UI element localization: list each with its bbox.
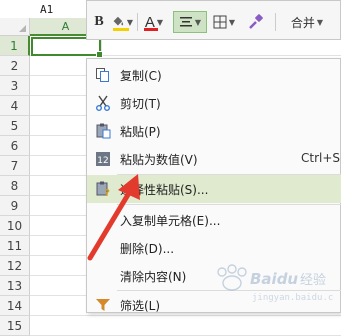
chevron-down-icon: ▼ (228, 17, 236, 27)
font-color-swatch (144, 28, 158, 31)
row-header-6[interactable]: 6 (0, 136, 30, 156)
svg-text:Baidu: Baidu (250, 270, 298, 288)
fill-color-button[interactable]: ▼ (111, 11, 133, 33)
paste-icon (96, 123, 111, 139)
name-box-value: A1 (40, 3, 54, 16)
format-painter-icon (249, 14, 263, 29)
baidu-watermark-logo: Baidu 经验 jingyan.baidu.com (217, 264, 334, 303)
chevron-down-icon: ▼ (194, 17, 202, 27)
row-header-2[interactable]: 2 (0, 56, 30, 76)
row-header-1[interactable]: 1 (0, 36, 30, 56)
chevron-down-icon: ▼ (156, 17, 164, 27)
row-header-3[interactable]: 3 (0, 76, 30, 96)
fill-color-swatch (113, 28, 129, 31)
select-all-corner[interactable] (0, 18, 30, 36)
row-header-12[interactable]: 12 (0, 256, 30, 276)
row-header-7[interactable]: 7 (0, 156, 30, 176)
row-header-10[interactable]: 10 (0, 216, 30, 236)
border-grid-icon (213, 15, 227, 29)
chevron-down-icon: ▼ (126, 17, 133, 27)
menu-item-paste[interactable]: 粘贴(P) (87, 117, 341, 145)
row-header-14[interactable]: 14 (0, 296, 30, 316)
row-header-9[interactable]: 9 (0, 196, 30, 216)
row-header-4[interactable]: 4 (0, 96, 30, 116)
menu-item-copy[interactable]: 复制(C) (87, 61, 341, 89)
chevron-down-icon: ▼ (316, 17, 324, 27)
bold-button[interactable]: B (91, 11, 107, 33)
align-center-icon (179, 17, 192, 27)
copy-icon (96, 68, 109, 82)
filter-icon (96, 299, 110, 311)
red-pointer-arrow (87, 174, 140, 261)
row-header-5[interactable]: 5 (0, 116, 30, 136)
row-header-8[interactable]: 8 (0, 176, 30, 196)
align-center-button[interactable]: ▼ (173, 11, 207, 33)
mini-toolbar: B ▼ A ▼ ▼ ▼ 合并 ▼ (86, 0, 341, 40)
name-box[interactable]: A1 (0, 0, 90, 18)
svg-text:经验: 经验 (300, 272, 326, 288)
menu-item-cut[interactable]: 剪切(T) (87, 89, 341, 117)
row-header-13[interactable]: 13 (0, 276, 30, 296)
row-header-15[interactable]: 15 (0, 316, 30, 336)
row-header-11[interactable]: 11 (0, 236, 30, 256)
format-painter-button[interactable] (245, 11, 267, 33)
merge-button[interactable]: 合并 ▼ (283, 11, 331, 33)
svg-text:jingyan.baidu.com: jingyan.baidu.com (252, 293, 334, 303)
font-color-button[interactable]: A ▼ (141, 11, 167, 33)
border-button[interactable]: ▼ (209, 11, 239, 33)
scissors-icon (96, 95, 110, 111)
